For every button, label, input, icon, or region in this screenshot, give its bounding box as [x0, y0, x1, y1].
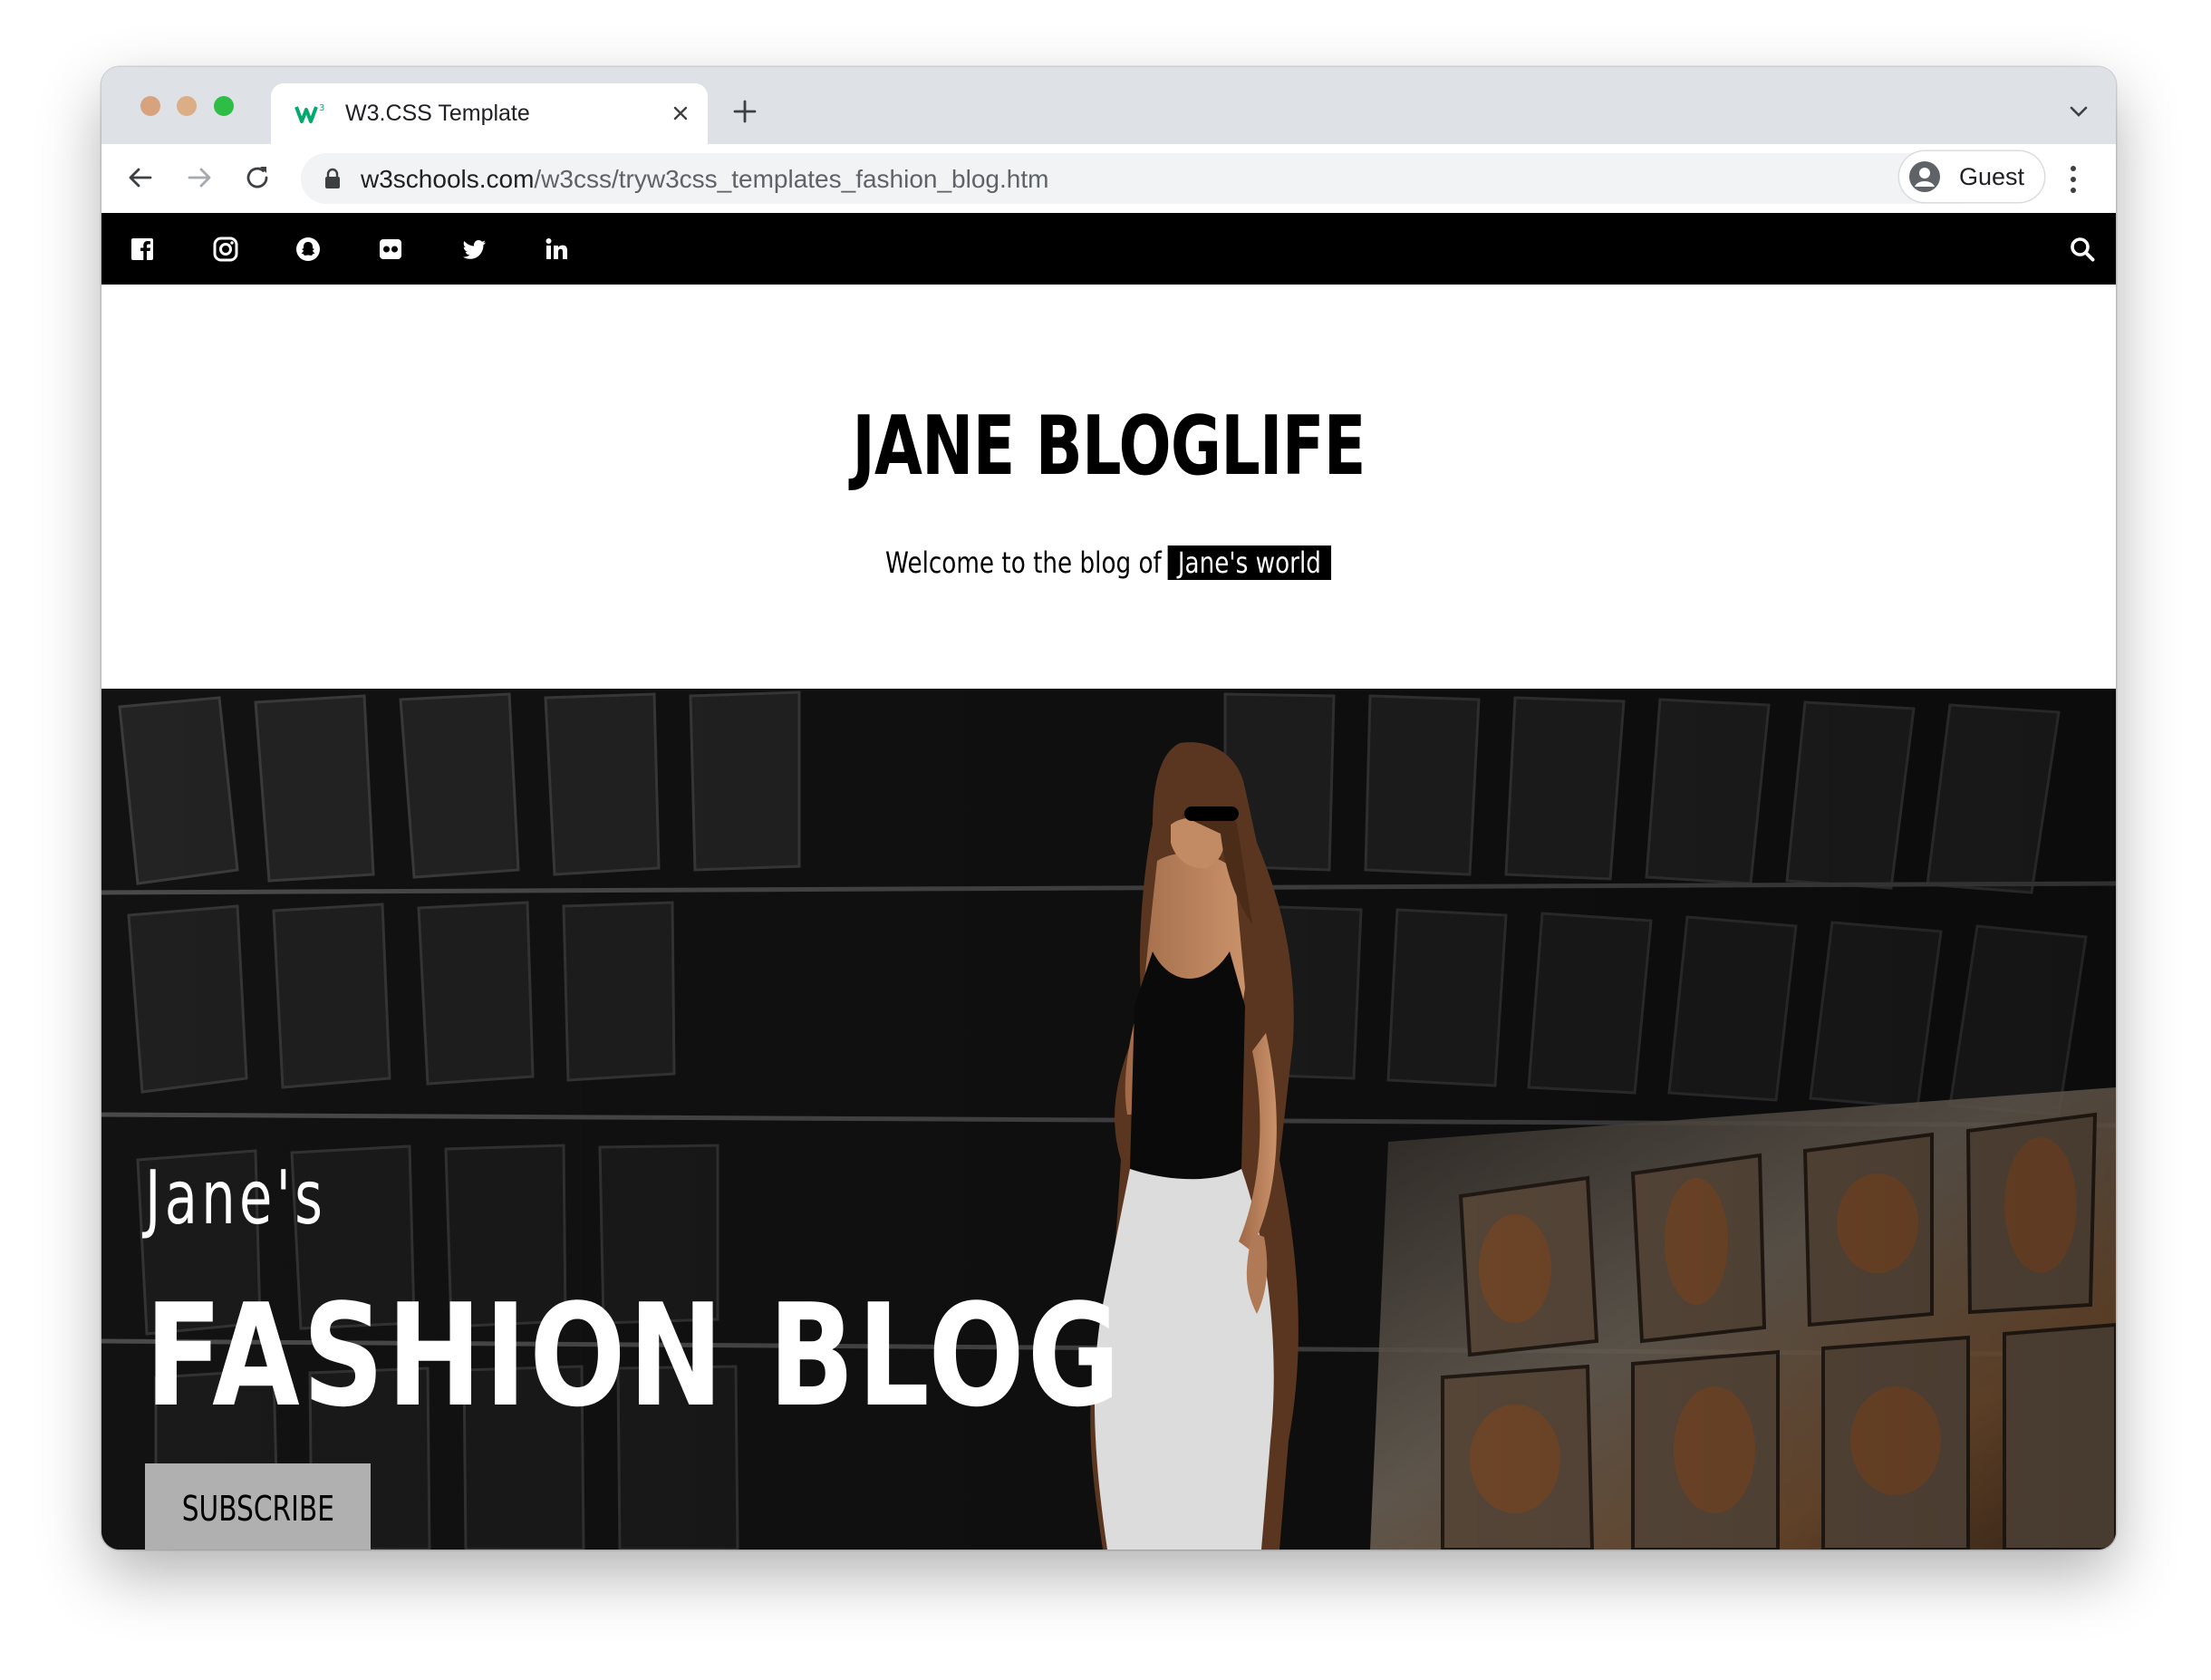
tab-search-chevron-icon[interactable]: [2069, 105, 2089, 118]
maximize-window-button[interactable]: [214, 96, 234, 116]
site-title: JANE BLOGLIFE: [852, 399, 1366, 494]
flickr-icon[interactable]: [376, 235, 405, 264]
svg-text:3: 3: [319, 103, 324, 113]
profile-label: Guest: [1959, 163, 2025, 190]
twitter-icon[interactable]: [459, 235, 488, 264]
search-icon[interactable]: [2068, 235, 2097, 264]
tagline-text: Welcome to the blog of: [885, 546, 1163, 580]
social-bar: [101, 213, 2116, 285]
instagram-icon[interactable]: [211, 235, 240, 264]
url-text: w3schools.com/w3css/tryw3css_templates_f…: [361, 165, 1048, 194]
forward-arrow-icon[interactable]: [184, 162, 215, 193]
browser-tab[interactable]: 3 W3.CSS Template: [271, 83, 708, 144]
subscribe-button-label: SUBSCRIBE: [181, 1489, 334, 1529]
tab-strip: 3 W3.CSS Template: [101, 67, 2116, 144]
reload-icon[interactable]: [242, 162, 273, 193]
hero-title: FASHION BLOG: [145, 1273, 1124, 1438]
w3schools-favicon-icon: 3: [294, 103, 324, 123]
avatar-icon: [1909, 161, 1940, 192]
snapchat-icon[interactable]: [294, 235, 323, 264]
back-arrow-icon[interactable]: [125, 162, 156, 193]
subscribe-button[interactable]: SUBSCRIBE: [145, 1463, 371, 1550]
linkedin-icon[interactable]: [542, 235, 571, 264]
profile-button[interactable]: Guest: [1899, 151, 2044, 202]
url-domain: w3schools.com: [361, 165, 535, 193]
address-bar[interactable]: w3schools.com/w3css/tryw3css_templates_f…: [301, 153, 1984, 204]
blog-header: JANE BLOGLIFE Welcome to the blog of Jane…: [101, 285, 2116, 689]
hero-subtitle: Jane's: [145, 1155, 327, 1241]
lock-icon[interactable]: [323, 168, 342, 189]
web-page: JANE BLOGLIFE Welcome to the blog of Jane…: [101, 213, 2116, 1550]
tab-title: W3.CSS Template: [345, 101, 530, 126]
new-tab-icon[interactable]: [731, 98, 758, 125]
browser-menu-icon[interactable]: [2070, 164, 2077, 195]
tagline: Welcome to the blog of Jane's world: [101, 541, 2116, 584]
minimize-window-button[interactable]: [177, 96, 197, 116]
browser-toolbar: w3schools.com/w3css/tryw3css_templates_f…: [101, 144, 2116, 214]
tagline-highlight: Jane's world: [1167, 546, 1332, 580]
hero-banner: Jane's FASHION BLOG SUBSCRIBE: [101, 689, 2116, 1550]
url-path: /w3css/tryw3css_templates_fashion_blog.h…: [534, 165, 1049, 193]
close-window-button[interactable]: [140, 96, 160, 116]
browser-window: 3 W3.CSS Template w3schools.com/w3css/tr…: [101, 67, 2116, 1550]
close-tab-icon[interactable]: [670, 102, 691, 124]
facebook-icon[interactable]: [128, 235, 157, 264]
